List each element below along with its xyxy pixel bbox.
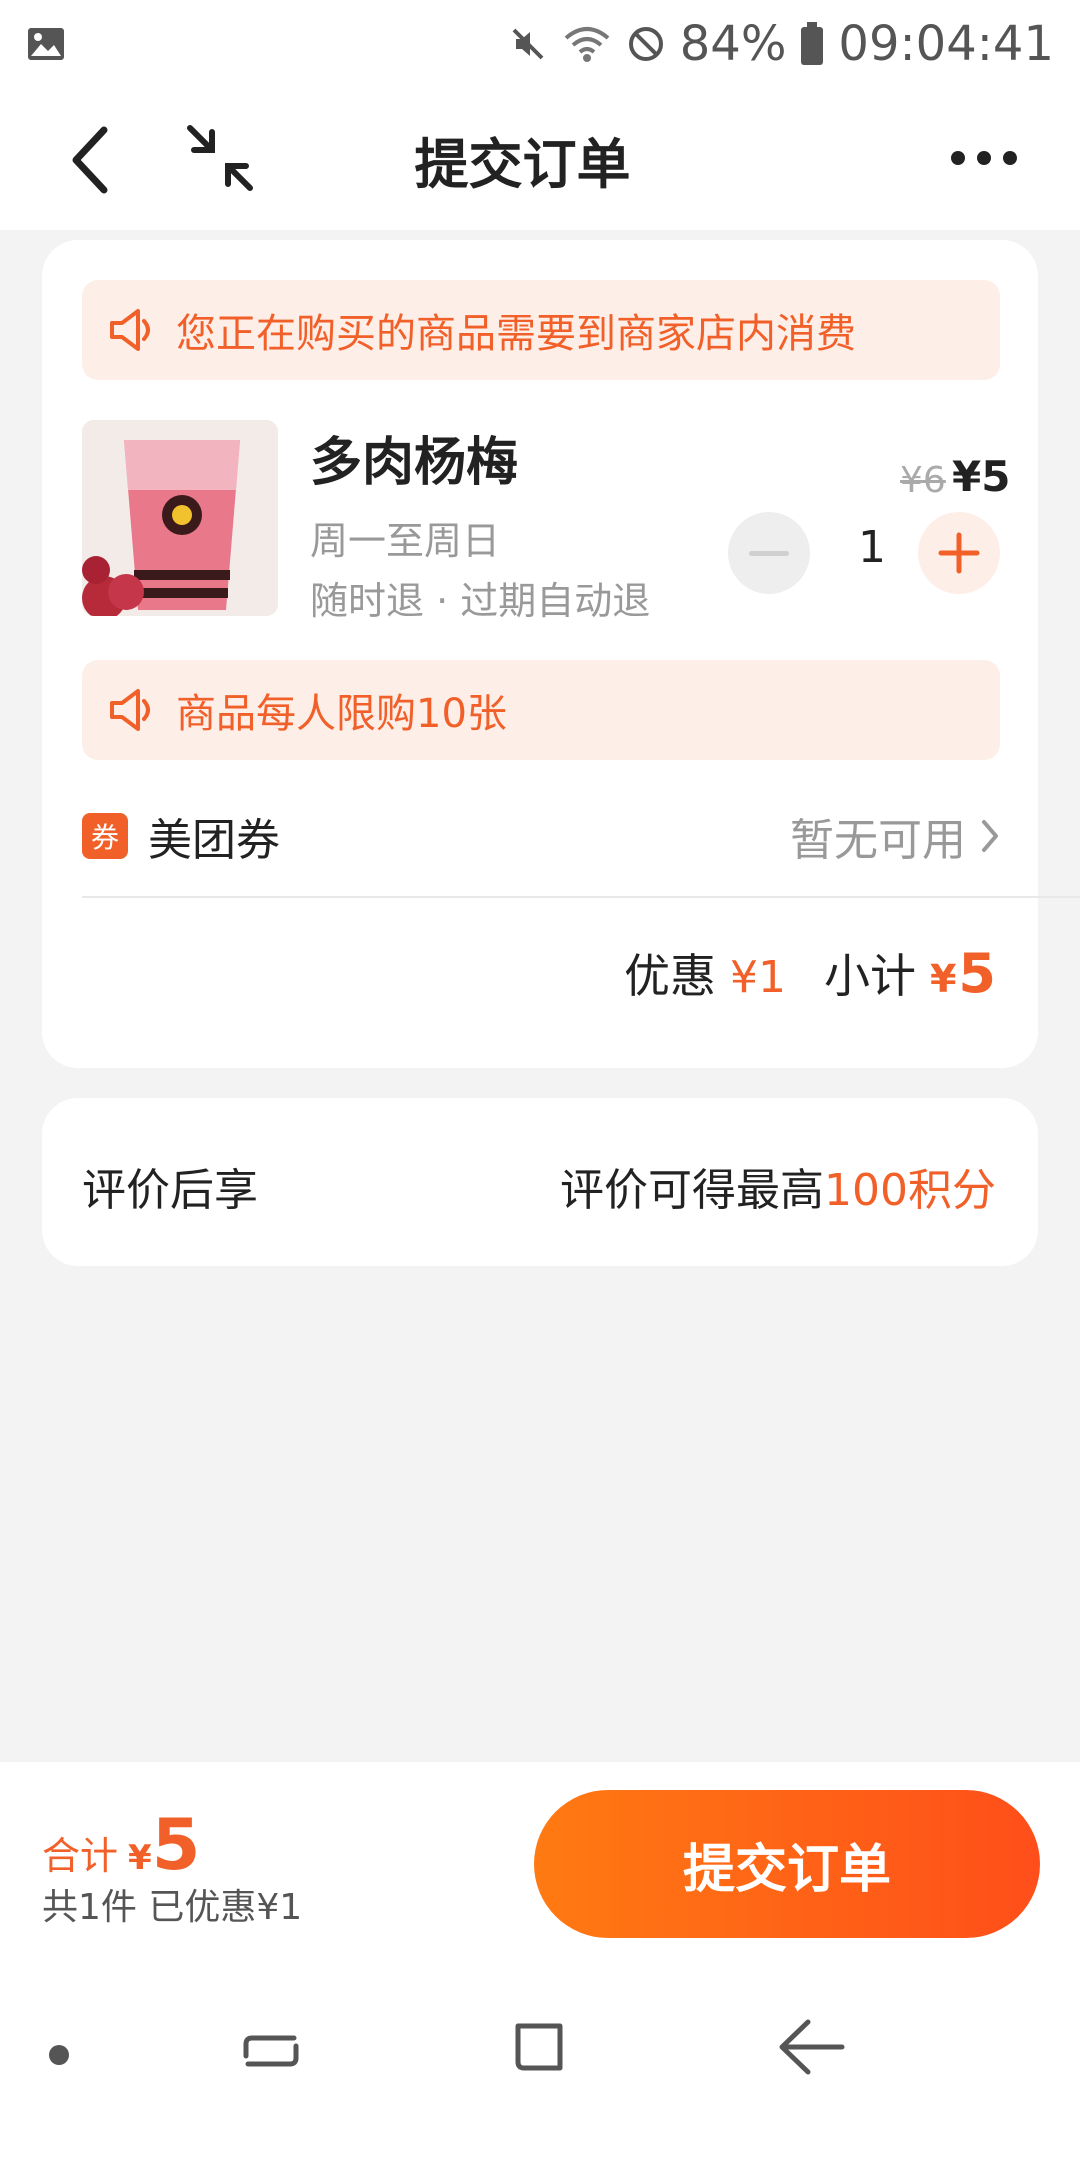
- chevron-right-icon: [982, 820, 998, 852]
- subtotal-currency: ¥: [929, 957, 957, 1001]
- wifi-icon: [564, 27, 610, 62]
- mute-icon: [512, 28, 544, 60]
- speaker-icon: [110, 689, 150, 731]
- coupon-label: 美团券: [148, 815, 280, 866]
- review-reward-points: 100积分: [824, 1165, 996, 1216]
- status-bar: 84% 09:04:41: [0, 0, 1080, 88]
- product-refund-policy: 随时退 · 过期自动退: [310, 579, 651, 623]
- checkout-bar: 合计 ¥ 5 共1件 已优惠¥1 提交订单: [0, 1762, 1080, 1960]
- battery-percent: 84%: [679, 16, 787, 72]
- coupon-status: 暂无可用: [790, 815, 966, 866]
- product-image[interactable]: [82, 420, 278, 616]
- battery-icon: [801, 22, 824, 65]
- home-icon[interactable]: [504, 2012, 574, 2082]
- no-signal-icon: [628, 27, 663, 61]
- total-item-count-and-savings: 共1件 已优惠¥1: [42, 1887, 303, 1928]
- total-label: 合计: [42, 1834, 119, 1878]
- review-reward-detail: 评价可得最高100积分: [560, 1154, 996, 1218]
- clock: 09:04:41: [838, 16, 1054, 72]
- nav-dot-icon[interactable]: [44, 2040, 74, 2070]
- minus-icon: [749, 550, 789, 556]
- system-nav-bar: [0, 1960, 1080, 2160]
- subtotal-value: 5: [958, 942, 996, 1005]
- back-icon[interactable]: [772, 2012, 852, 2082]
- discount-value: ¥1: [729, 952, 786, 1003]
- sale-price: ¥5: [952, 452, 1011, 501]
- product-name[interactable]: 多肉杨梅: [310, 420, 518, 495]
- subtotal-label: 小计: [823, 949, 916, 1003]
- coupon-row[interactable]: 券 美团券 暂无可用: [82, 796, 1000, 876]
- coupon-badge-icon: 券: [82, 813, 128, 859]
- quantity-value: 1: [858, 522, 886, 573]
- quantity-increase-button[interactable]: [918, 512, 1000, 594]
- discount-label: 优惠: [623, 949, 716, 1003]
- review-reward-prefix: 评价可得最高: [560, 1165, 825, 1216]
- total-amount: 合计 ¥ 5: [42, 1804, 200, 1886]
- notice-text: 您正在购买的商品需要到商家店内消费: [176, 311, 856, 357]
- plus-icon: [938, 532, 980, 574]
- consume-in-store-notice: 您正在购买的商品需要到商家店内消费: [82, 280, 1000, 380]
- divider: [82, 896, 1080, 898]
- bayberry-drink-image: [82, 420, 278, 616]
- review-reward-label: 评价后享: [82, 1165, 258, 1216]
- quantity-decrease-button[interactable]: [728, 512, 810, 594]
- original-price: ¥6: [900, 460, 946, 501]
- purchase-limit-notice: 商品每人限购10张: [82, 660, 1000, 760]
- speaker-icon: [110, 309, 150, 351]
- notice-text: 商品每人限购10张: [176, 691, 507, 737]
- total-currency: ¥: [128, 1838, 152, 1878]
- review-reward-card: 评价后享 评价可得最高100积分: [42, 1098, 1038, 1266]
- order-summary: 优惠 ¥1 小计 ¥ 5: [624, 940, 996, 1006]
- more-options-icon[interactable]: [944, 138, 1024, 178]
- submit-order-button[interactable]: 提交订单: [534, 1790, 1040, 1938]
- total-value: 5: [151, 1804, 201, 1886]
- product-valid-days: 周一至周日: [310, 519, 501, 563]
- order-card: 您正在购买的商品需要到商家店内消费 多肉杨梅 周一至周日 随时退 · 过期自动退…: [42, 240, 1080, 1068]
- page-title: 提交订单: [414, 132, 631, 196]
- gallery-notification-icon: [28, 28, 64, 60]
- top-nav-bar: 提交订单: [0, 88, 1080, 230]
- recent-apps-icon[interactable]: [236, 2016, 306, 2086]
